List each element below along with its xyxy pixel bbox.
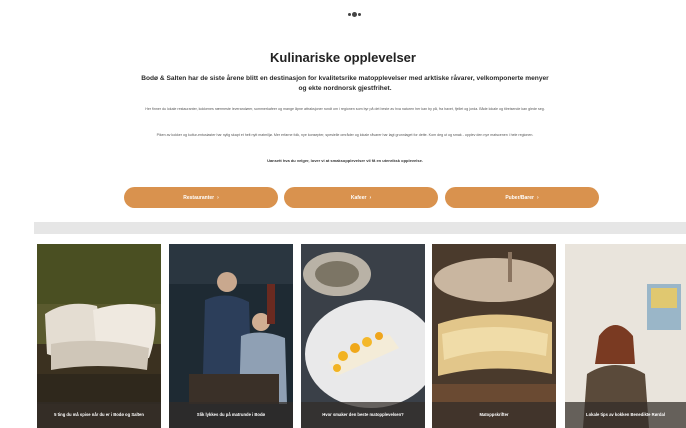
cafes-button[interactable]: Kafeer › (284, 187, 438, 208)
page-title: Kulinariske opplevelser (270, 50, 416, 65)
intro-paragraph-2: Piken av kokker og kultur-entusiaster ha… (156, 133, 534, 137)
cafes-button-label: Kafeer (350, 194, 367, 201)
article-card-best-experience[interactable]: Hvor smaker den beste matopplevelsen? (301, 244, 425, 428)
pubs-bars-button[interactable]: Puber/Barer › (445, 187, 599, 208)
card-image-portrait (565, 244, 686, 428)
card-caption: 5 ting du må spise når du er i Bodø og S… (37, 402, 161, 428)
article-card-must-eat[interactable]: 5 ting du må spise når du er i Bodø og S… (37, 244, 161, 428)
logo-dots-icon[interactable] (347, 9, 361, 19)
card-caption: Lokale tips av kokken Benedikte Rørdal (565, 402, 686, 428)
card-caption: Hvor smaker den beste matopplevelsen? (301, 402, 425, 428)
arrow-right-icon: › (217, 194, 219, 201)
card-image-people (169, 244, 293, 428)
arrow-right-icon: › (536, 194, 539, 201)
card-caption: Slik lykkes du på matrunde i Bodø (169, 402, 293, 428)
arrow-right-icon: › (369, 194, 372, 201)
intro-paragraph-3: Uansett hva du velger, lover vi at smaks… (267, 158, 423, 163)
restaurants-button[interactable]: Restauranter › (124, 187, 278, 208)
card-caption: Matoppskrifter (432, 402, 556, 428)
card-image-food (37, 244, 161, 428)
article-card-food-tour[interactable]: Slik lykkes du på matrunde i Bodø (169, 244, 293, 428)
intro-paragraph-1: Her finner du lokale restauranter, kokke… (145, 107, 545, 111)
section-divider (34, 222, 686, 234)
article-card-recipes[interactable]: Matoppskrifter (432, 244, 556, 428)
article-card-local-tips[interactable]: Lokale tips av kokken Benedikte Rørdal (565, 244, 686, 428)
card-image-dish (301, 244, 425, 428)
pubs-bars-button-label: Puber/Barer (505, 194, 534, 201)
card-image-flatbread (432, 244, 556, 428)
page-subtitle: Bodø & Salten har de siste årene blitt e… (141, 75, 549, 92)
restaurants-button-label: Restauranter (183, 194, 215, 201)
